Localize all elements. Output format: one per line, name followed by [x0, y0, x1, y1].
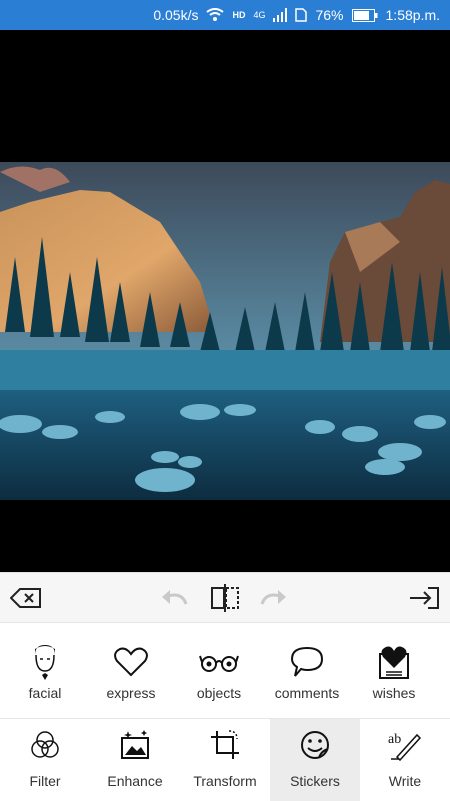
undo-icon[interactable]	[156, 581, 192, 615]
landscape-photo[interactable]	[0, 162, 450, 500]
sticker-category-comments[interactable]: comments	[262, 623, 352, 719]
svg-text:ab: ab	[388, 732, 401, 747]
redo-icon[interactable]	[256, 581, 292, 615]
sticker-category-label: objects	[196, 685, 242, 701]
status-bar: 0.05k/s HD 4G 76% 1:58p.m.	[0, 0, 450, 30]
heart-outline-icon	[114, 643, 148, 681]
sticker-category-label: express	[106, 685, 156, 701]
wifi-icon	[206, 8, 225, 22]
nav-filter[interactable]: Filter	[0, 719, 90, 801]
sticker-categories: facial express objects comments wishes	[0, 622, 450, 719]
nav-label: Write	[388, 773, 422, 789]
enhance-image-icon	[118, 727, 152, 763]
export-icon[interactable]	[406, 581, 442, 615]
network-speed: 0.05k/s	[153, 7, 199, 23]
nav-write[interactable]: ab Write	[360, 719, 450, 801]
nav-stickers[interactable]: Stickers	[270, 719, 360, 801]
sticker-category-facial[interactable]: facial	[0, 623, 90, 719]
face-icon	[30, 643, 60, 681]
bottom-nav: Filter Enhance Transform Stickers ab Wri…	[0, 718, 450, 801]
signal-icon	[273, 8, 288, 22]
backspace-icon[interactable]	[8, 581, 44, 615]
sticker-category-label: wishes	[372, 685, 416, 701]
compare-icon[interactable]	[207, 581, 243, 615]
sticker-category-label: facial	[28, 685, 62, 701]
sticker-face-icon	[299, 727, 331, 763]
network-type: 4G	[253, 10, 266, 20]
nav-transform[interactable]: Transform	[180, 719, 270, 801]
filter-circles-icon	[29, 727, 61, 763]
write-pen-icon: ab	[387, 727, 423, 763]
sticker-category-express[interactable]: express	[86, 623, 176, 719]
battery-percent: 76%	[315, 7, 344, 23]
heart-card-icon	[378, 643, 410, 681]
clock: 1:58p.m.	[385, 7, 440, 23]
glasses-icon	[199, 643, 239, 681]
nav-enhance[interactable]: Enhance	[90, 719, 180, 801]
sim-icon	[295, 8, 308, 22]
sticker-category-wishes[interactable]: wishes	[349, 623, 439, 719]
edit-toolbar	[0, 572, 450, 623]
speech-bubble-icon	[290, 643, 324, 681]
hd-label: HD	[232, 10, 246, 20]
nav-label: Filter	[29, 773, 61, 789]
nav-label: Stickers	[290, 773, 340, 789]
battery-icon	[351, 8, 378, 22]
crop-icon	[209, 727, 241, 763]
sticker-category-label: comments	[274, 685, 340, 701]
nav-label: Enhance	[107, 773, 163, 789]
editor-canvas[interactable]	[0, 30, 450, 572]
nav-label: Transform	[193, 773, 257, 789]
sticker-category-objects[interactable]: objects	[174, 623, 264, 719]
